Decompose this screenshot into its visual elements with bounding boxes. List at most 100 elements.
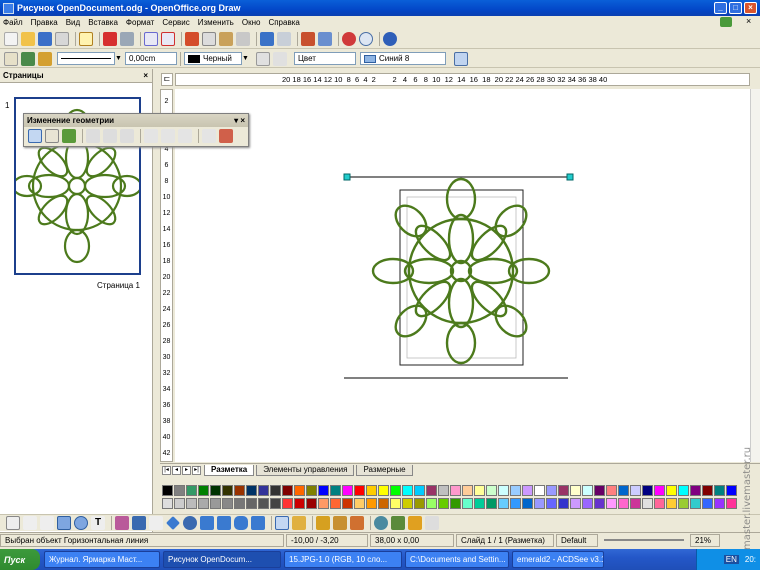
- color-swatch[interactable]: [414, 498, 425, 509]
- first-tab-icon[interactable]: |◂: [162, 465, 171, 475]
- color-swatch[interactable]: [378, 498, 389, 509]
- minimize-icon[interactable]: _: [714, 2, 727, 14]
- menu-help[interactable]: Справка: [268, 18, 299, 27]
- color-swatch[interactable]: [222, 498, 233, 509]
- color-swatch[interactable]: [450, 485, 461, 496]
- menu-insert[interactable]: Вставка: [88, 18, 118, 27]
- color-swatch[interactable]: [426, 485, 437, 496]
- task-journal[interactable]: Журнал. Ярмарка Маст...: [44, 551, 160, 568]
- color-swatch[interactable]: [546, 498, 557, 509]
- menu-window[interactable]: Окно: [242, 18, 261, 27]
- task-explorer[interactable]: C:\Documents and Settin...: [405, 551, 509, 568]
- color-swatch[interactable]: [282, 485, 293, 496]
- color-swatch[interactable]: [642, 498, 653, 509]
- color-swatch[interactable]: [318, 485, 329, 496]
- edit-file-icon[interactable]: [79, 31, 93, 46]
- menu-tools[interactable]: Сервис: [162, 18, 189, 27]
- color-swatch[interactable]: [654, 498, 665, 509]
- color-swatch[interactable]: [630, 498, 641, 509]
- color-swatch[interactable]: [654, 485, 665, 496]
- color-swatch[interactable]: [186, 485, 197, 496]
- arrow-line-icon[interactable]: [40, 516, 54, 530]
- cut-icon[interactable]: [185, 31, 199, 46]
- color-swatch[interactable]: [294, 485, 305, 496]
- color-swatch[interactable]: [234, 498, 245, 509]
- rectangle-icon[interactable]: [57, 516, 71, 530]
- color-swatch[interactable]: [498, 485, 509, 496]
- color-swatch[interactable]: [438, 485, 449, 496]
- callouts-icon[interactable]: [234, 516, 248, 530]
- color-swatch[interactable]: [726, 498, 737, 509]
- color-swatch[interactable]: [582, 485, 593, 496]
- corner-point-icon[interactable]: [144, 129, 158, 143]
- color-swatch[interactable]: [606, 485, 617, 496]
- text-tool-icon[interactable]: T: [91, 516, 105, 530]
- menu-edit[interactable]: Правка: [31, 18, 58, 27]
- color-swatch[interactable]: [510, 498, 521, 509]
- color-swatch[interactable]: [714, 498, 725, 509]
- color-swatch[interactable]: [522, 498, 533, 509]
- color-swatch[interactable]: [462, 498, 473, 509]
- color-swatch[interactable]: [210, 498, 221, 509]
- close-document-icon[interactable]: ×: [746, 16, 751, 26]
- dropdown-arrow-icon[interactable]: ▼: [115, 55, 122, 62]
- insert-points-icon[interactable]: [62, 129, 76, 143]
- alignment-icon[interactable]: [391, 516, 405, 530]
- color-swatch[interactable]: [462, 485, 473, 496]
- color-swatch[interactable]: [318, 498, 329, 509]
- color-swatch[interactable]: [390, 485, 401, 496]
- color-swatch[interactable]: [558, 485, 569, 496]
- update-icon[interactable]: [720, 17, 732, 27]
- edit-points-toolbar[interactable]: Изменение геометрии ▾ ×: [23, 113, 249, 147]
- color-swatch[interactable]: [558, 498, 569, 509]
- color-swatch[interactable]: [258, 498, 269, 509]
- color-swatch[interactable]: [378, 485, 389, 496]
- color-swatch[interactable]: [414, 485, 425, 496]
- help-icon[interactable]: [383, 31, 397, 46]
- clone-format-icon[interactable]: [236, 31, 250, 46]
- color-swatch[interactable]: [270, 485, 281, 496]
- color-swatch[interactable]: [270, 498, 281, 509]
- color-swatch[interactable]: [486, 485, 497, 496]
- color-swatch[interactable]: [342, 485, 353, 496]
- open-folder-icon[interactable]: [21, 31, 35, 46]
- color-swatch[interactable]: [222, 485, 233, 496]
- color-swatch[interactable]: [642, 485, 653, 496]
- fontwork-icon[interactable]: [316, 516, 330, 530]
- tab-controls[interactable]: Элементы управления: [256, 464, 355, 476]
- dropdown-arrow-icon[interactable]: ▼: [242, 55, 250, 62]
- status-zoom[interactable]: 21%: [690, 533, 720, 547]
- area-style-select[interactable]: Цвет: [294, 52, 356, 65]
- arrange-icon[interactable]: [408, 516, 422, 530]
- autospellcheck-icon[interactable]: [161, 31, 175, 46]
- color-swatch[interactable]: [714, 485, 725, 496]
- color-swatch[interactable]: [570, 498, 581, 509]
- tab-layout[interactable]: Разметка: [204, 464, 255, 476]
- color-swatch[interactable]: [294, 498, 305, 509]
- color-swatch[interactable]: [354, 485, 365, 496]
- arrow-style-icon[interactable]: [38, 51, 52, 66]
- color-swatch[interactable]: [390, 498, 401, 509]
- area-color-select[interactable]: Синий 8: [360, 52, 446, 65]
- color-swatch[interactable]: [330, 485, 341, 496]
- color-swatch[interactable]: [246, 498, 257, 509]
- color-swatch[interactable]: [582, 498, 593, 509]
- flowchart-icon[interactable]: [217, 516, 231, 530]
- color-swatch[interactable]: [450, 498, 461, 509]
- color-swatch[interactable]: [354, 498, 365, 509]
- curve-icon[interactable]: [115, 516, 129, 530]
- export-pdf-icon[interactable]: [103, 31, 117, 46]
- paste-icon[interactable]: [219, 31, 233, 46]
- color-swatch[interactable]: [606, 498, 617, 509]
- extrusion-icon[interactable]: [425, 516, 439, 530]
- color-swatch[interactable]: [198, 485, 209, 496]
- split-curve-icon[interactable]: [103, 129, 117, 143]
- color-swatch[interactable]: [234, 485, 245, 496]
- maximize-icon[interactable]: □: [729, 2, 742, 14]
- symbol-shapes-icon[interactable]: [183, 516, 197, 530]
- color-swatch[interactable]: [630, 485, 641, 496]
- connector-icon[interactable]: [132, 516, 146, 530]
- menu-view[interactable]: Вид: [66, 18, 80, 27]
- color-swatch[interactable]: [438, 498, 449, 509]
- chart-icon[interactable]: [301, 31, 315, 46]
